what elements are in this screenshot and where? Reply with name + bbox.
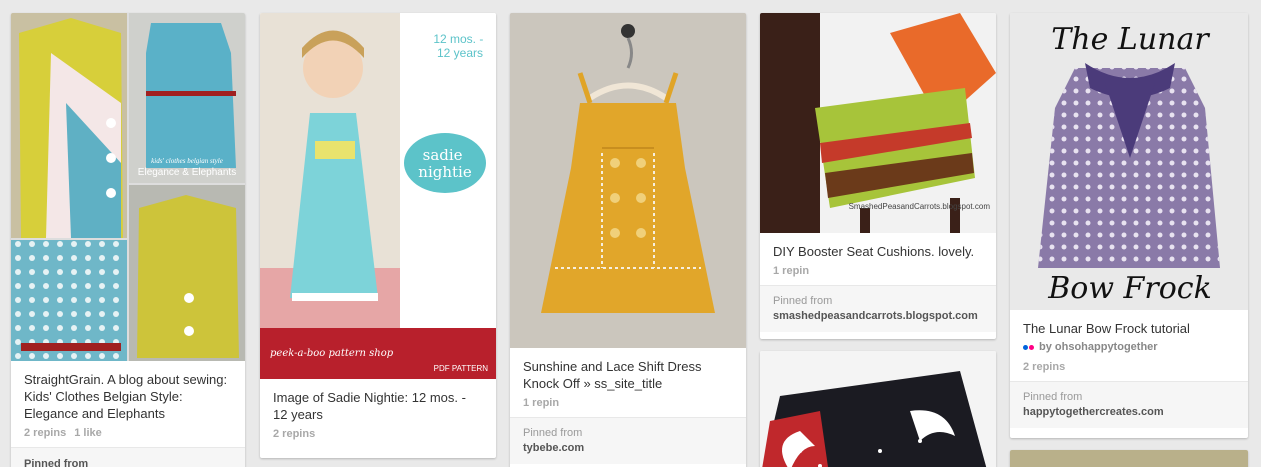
pin-attribution[interactable]: Pinned from happytogethercreates.com [1010,381,1248,428]
age-range-label: 12 mos. - 12 years [433,32,486,60]
pin-card-black-dress[interactable] [760,351,996,467]
pin-source-link[interactable]: tybebe.com [523,442,733,454]
repin-count: 1 repin [773,265,810,277]
pin-stats: 1 repin [760,260,996,285]
pin-stats: 1 repin [510,392,746,417]
pin-image[interactable] [1010,450,1248,467]
pinned-from-label: Pinned from [773,295,833,307]
pinned-from-label: Pinned from [523,427,583,439]
repin-count: 2 repins [1023,361,1066,373]
pin-source-link[interactable]: happytogethercreates.com [1023,406,1235,418]
pinned-from-label: Pinned from [11,447,245,467]
pin-image-black-dress [760,351,996,467]
pin-description: DIY Booster Seat Cushions. lovely. [773,244,975,259]
sadie-nightie-badge: sadie nightie [418,146,472,181]
pin-via[interactable]: by ohsohappytogether [1010,337,1248,361]
pin-source-link[interactable]: smashedpeasandcarrots.blogspot.com [773,310,983,322]
like-count: 1 like [74,427,102,439]
flickr-icon [1023,344,1034,350]
pin-image-collage: kids' clothes belgian style Elegance & E… [11,13,245,361]
pin-stats: 2 repins 1 like [11,422,245,447]
pin-description: Sunshine and Lace Shift Dress Knock Off … [523,359,702,391]
pin-attribution[interactable]: Pinned from tybebe.com [510,417,746,464]
overlay-small-text: kids' clothes belgian style [151,157,223,165]
frock-title-top: The Lunar [1051,22,1210,57]
pin-attribution[interactable]: Pinned from smashedpeasandcarrots.blogsp… [760,285,996,332]
pin-card-straightgrain[interactable]: kids' clothes belgian style Elegance & E… [11,13,245,467]
pin-card-lunar-bow-frock[interactable]: The Lunar Bow Frock The Lunar Bow Frock … [1010,13,1248,438]
repin-count: 2 repins [24,427,67,439]
pin-image[interactable]: SmashedPeasandCarrots.blogspot.com [760,13,996,233]
pin-card-sadie-nightie[interactable]: 12 mos. - 12 years sadie nightie peek-a-… [260,13,496,458]
pin-image[interactable]: 12 mos. - 12 years sadie nightie peek-a-… [260,13,496,379]
pin-card-booster-cushions[interactable]: SmashedPeasandCarrots.blogspot.com DIY B… [760,13,996,339]
pin-image[interactable]: The Lunar Bow Frock [1010,13,1248,310]
pdf-pattern-label: PDF PATTERN [434,364,489,373]
pin-description: Image of Sadie Nightie: 12 mos. - 12 yea… [273,390,466,422]
pin-image[interactable] [510,13,746,348]
brand-banner: peek-a-boo pattern shop [270,348,394,359]
watermark-text: SmashedPeasandCarrots.blogspot.com [849,202,991,211]
pin-image-lunar-frock: The Lunar Bow Frock [1010,13,1248,310]
pin-image-sadie-nightie: 12 mos. - 12 years sadie nightie peek-a-… [260,13,496,379]
pin-description: The Lunar Bow Frock tutorial [1023,321,1190,336]
pinner-name[interactable]: by ohsohappytogether [1039,341,1158,353]
pin-card-sunshine-dress[interactable]: Sunshine and Lace Shift Dress Knock Off … [510,13,746,467]
pin-card-next[interactable] [1010,450,1248,467]
overlay-title-text: Elegance & Elephants [138,167,236,178]
pin-image-cushions: SmashedPeasandCarrots.blogspot.com [760,13,996,233]
pinned-from-label: Pinned from [1023,391,1083,403]
pin-description: StraightGrain. A blog about sewing: Kids… [24,372,228,421]
pin-image-yellow-dress [510,13,746,348]
pin-stats: 2 repins [260,423,496,448]
pin-image[interactable] [760,351,996,467]
repin-count: 2 repins [273,428,316,440]
pin-image[interactable]: kids' clothes belgian style Elegance & E… [11,13,245,361]
pin-stats: 2 repins [1010,361,1248,381]
frock-title-bottom: Bow Frock [1047,271,1212,306]
repin-count: 1 repin [523,397,560,409]
